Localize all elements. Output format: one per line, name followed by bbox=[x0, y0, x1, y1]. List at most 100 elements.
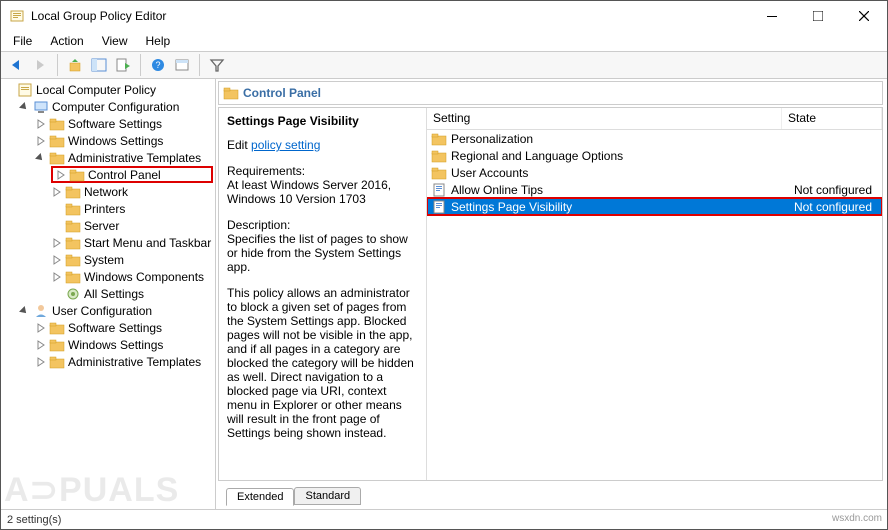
selected-setting-title: Settings Page Visibility bbox=[227, 114, 418, 128]
tree-uc-software-settings[interactable]: Software Settings bbox=[35, 319, 213, 336]
expand-icon[interactable] bbox=[35, 322, 47, 334]
folder-icon bbox=[49, 150, 65, 166]
folder-icon bbox=[49, 133, 65, 149]
list-row[interactable]: Regional and Language Options bbox=[427, 147, 882, 164]
properties-button[interactable] bbox=[171, 54, 193, 76]
tree-network[interactable]: Network bbox=[51, 183, 213, 200]
app-icon bbox=[9, 8, 25, 24]
menu-help[interactable]: Help bbox=[138, 32, 179, 50]
tree-all-settings[interactable]: All Settings bbox=[51, 285, 213, 302]
folder-icon bbox=[431, 148, 447, 164]
tree-start-menu[interactable]: Start Menu and Taskbar bbox=[51, 234, 213, 251]
collapse-icon[interactable] bbox=[19, 101, 31, 113]
folder-icon bbox=[49, 116, 65, 132]
edit-policy-link[interactable]: policy setting bbox=[251, 138, 320, 152]
up-button[interactable] bbox=[64, 54, 86, 76]
tree-uc-windows-settings[interactable]: Windows Settings bbox=[35, 336, 213, 353]
expand-icon[interactable] bbox=[35, 356, 47, 368]
tree-windows-components[interactable]: Windows Components bbox=[51, 268, 213, 285]
description-text-1: Specifies the list of pages to show or h… bbox=[227, 232, 418, 274]
description-label: Description: bbox=[227, 218, 418, 232]
col-state[interactable]: State bbox=[782, 108, 882, 129]
list-row[interactable]: Allow Online TipsNot configured bbox=[427, 181, 882, 198]
description-pane: Settings Page Visibility Edit policy set… bbox=[219, 108, 427, 480]
list-row[interactable]: Personalization bbox=[427, 130, 882, 147]
folder-icon bbox=[65, 184, 81, 200]
user-icon bbox=[33, 303, 49, 319]
filter-button[interactable] bbox=[206, 54, 228, 76]
expand-icon[interactable] bbox=[51, 237, 63, 249]
expand-icon[interactable] bbox=[51, 186, 63, 198]
edit-label: Edit bbox=[227, 138, 248, 152]
tree-printers[interactable]: Printers bbox=[51, 200, 213, 217]
title-bar: Local Group Policy Editor bbox=[1, 1, 887, 31]
tree-system[interactable]: System bbox=[51, 251, 213, 268]
maximize-button[interactable] bbox=[795, 1, 841, 31]
expand-icon[interactable] bbox=[35, 339, 47, 351]
folder-icon bbox=[65, 218, 81, 234]
collapse-icon[interactable] bbox=[19, 305, 31, 317]
list-row-label: Settings Page Visibility bbox=[451, 200, 782, 214]
expand-icon[interactable] bbox=[51, 271, 63, 283]
setting-icon bbox=[431, 199, 447, 215]
tree-control-panel[interactable]: Control Panel bbox=[51, 166, 213, 183]
folder-icon bbox=[65, 201, 81, 217]
list-headers[interactable]: Setting State bbox=[427, 108, 882, 130]
menu-action[interactable]: Action bbox=[42, 32, 91, 50]
menu-bar: File Action View Help bbox=[1, 31, 887, 51]
list-row-label: Regional and Language Options bbox=[451, 149, 782, 163]
svg-text:?: ? bbox=[155, 60, 160, 70]
tree-cc-software-settings[interactable]: Software Settings bbox=[35, 115, 213, 132]
settings-list[interactable]: Setting State Personalization Regional an… bbox=[427, 108, 882, 480]
tab-standard[interactable]: Standard bbox=[294, 487, 361, 505]
folder-icon bbox=[49, 320, 65, 336]
tree-root[interactable]: Local Computer Policy bbox=[3, 81, 213, 98]
setting-icon bbox=[431, 182, 447, 198]
tree-cc-admin-templates[interactable]: Administrative Templates bbox=[35, 149, 213, 166]
tree-cc-windows-settings[interactable]: Windows Settings bbox=[35, 132, 213, 149]
requirements-label: Requirements: bbox=[227, 164, 418, 178]
folder-icon bbox=[49, 354, 65, 370]
tree-root-label: Local Computer Policy bbox=[36, 83, 156, 97]
folder-icon bbox=[65, 235, 81, 251]
tree-pane[interactable]: Local Computer Policy Computer Configura… bbox=[1, 79, 216, 509]
export-list-button[interactable] bbox=[112, 54, 134, 76]
content-header-text: Control Panel bbox=[243, 86, 321, 100]
list-row[interactable]: User Accounts bbox=[427, 164, 882, 181]
menu-file[interactable]: File bbox=[5, 32, 40, 50]
help-button[interactable]: ? bbox=[147, 54, 169, 76]
settings-icon bbox=[65, 286, 81, 302]
folder-icon bbox=[65, 252, 81, 268]
menu-view[interactable]: View bbox=[94, 32, 136, 50]
computer-icon bbox=[33, 99, 49, 115]
folder-icon bbox=[65, 269, 81, 285]
folder-icon bbox=[69, 167, 85, 183]
window-title: Local Group Policy Editor bbox=[31, 9, 749, 23]
col-setting[interactable]: Setting bbox=[427, 108, 782, 129]
tree-server[interactable]: Server bbox=[51, 217, 213, 234]
expand-icon[interactable] bbox=[51, 254, 63, 266]
status-bar: 2 setting(s) bbox=[1, 509, 887, 529]
collapse-icon[interactable] bbox=[35, 152, 47, 164]
expand-icon[interactable] bbox=[55, 169, 67, 181]
close-button[interactable] bbox=[841, 1, 887, 31]
expand-icon[interactable] bbox=[35, 118, 47, 130]
policy-icon bbox=[17, 82, 33, 98]
show-hide-tree-button[interactable] bbox=[88, 54, 110, 76]
description-text-2: This policy allows an administrator to b… bbox=[227, 286, 418, 440]
folder-icon bbox=[49, 337, 65, 353]
tab-extended[interactable]: Extended bbox=[226, 488, 294, 506]
list-row-label: Personalization bbox=[451, 132, 782, 146]
tree-uc-admin-templates[interactable]: Administrative Templates bbox=[35, 353, 213, 370]
forward-button[interactable] bbox=[29, 54, 51, 76]
list-row[interactable]: Settings Page VisibilityNot configured bbox=[427, 198, 882, 215]
expand-icon[interactable] bbox=[35, 135, 47, 147]
credit-text: wsxdn.com bbox=[832, 513, 882, 524]
status-text: 2 setting(s) bbox=[7, 514, 61, 526]
tree-computer-configuration[interactable]: Computer Configuration bbox=[19, 98, 213, 115]
folder-open-icon bbox=[223, 85, 239, 104]
minimize-button[interactable] bbox=[749, 1, 795, 31]
tree-user-configuration[interactable]: User Configuration bbox=[19, 302, 213, 319]
content-header: Control Panel bbox=[218, 81, 883, 105]
back-button[interactable] bbox=[5, 54, 27, 76]
